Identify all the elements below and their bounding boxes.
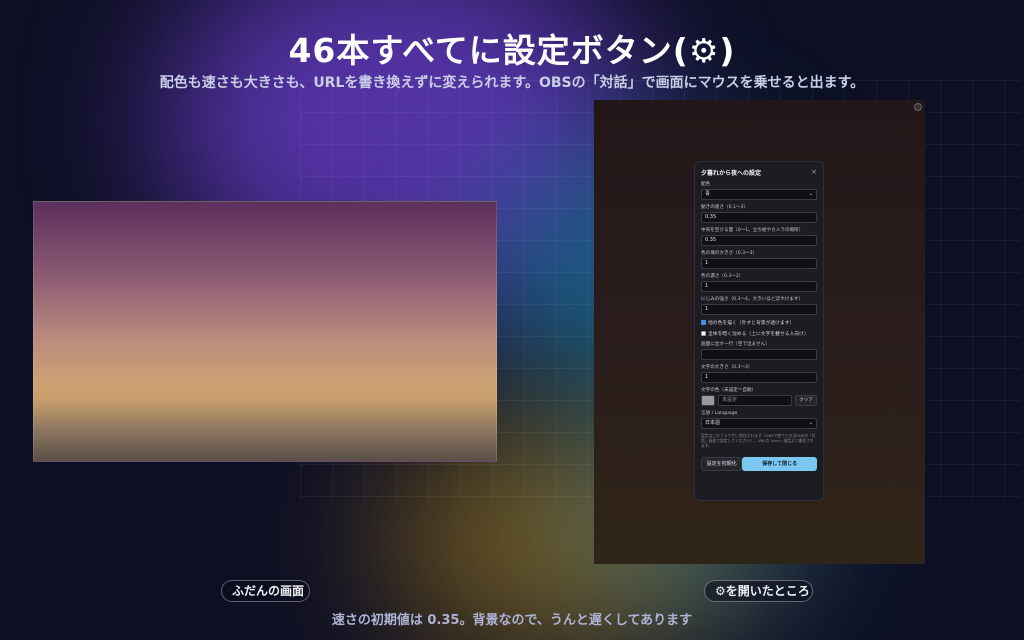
reset-button[interactable]: 設定を初期化 (701, 457, 743, 471)
caption-normal: ふだんの画面 (221, 580, 310, 602)
blur-input[interactable]: 1 (701, 304, 817, 315)
footer-note: 速さの初期値は 0.35。背景なので、うんと遅くしてあります (331, 613, 693, 628)
palette-select[interactable]: 青 ⌄ (701, 189, 817, 200)
draw-ground-label: 地の色を描く（外すと背景が透けます） (708, 321, 795, 326)
chevron-down-icon: ⌄ (808, 420, 813, 426)
panel-title: 夕暮れから夜への設定 (701, 169, 762, 177)
text-size-label: 文字の大きさ（0.3〜3） (701, 365, 753, 370)
text-color-label: 文字の色（未設定＝自動） (701, 388, 757, 393)
checkbox-unchecked-icon[interactable] (701, 331, 706, 336)
palette-label: 配色 (701, 182, 711, 187)
language-label: 言語 / Language (701, 411, 738, 416)
panel-header: 夕暮れから夜への設定 × (701, 167, 817, 177)
color-swatch[interactable] (701, 395, 715, 406)
blur-label: にじみの強さ（0.3〜4。大きいほどぼやけます） (701, 297, 804, 302)
palette-value: 青 (705, 191, 711, 197)
draw-ground-checkbox[interactable]: 地の色を描く（外すと背景が透けます） (701, 319, 817, 326)
text-line-label: 画面に出す一行（空で出ません） (701, 342, 770, 347)
text-line-input[interactable] (701, 349, 817, 360)
checkbox-checked-icon[interactable] (701, 320, 706, 325)
density-input[interactable]: 1 (701, 281, 817, 292)
settings-panel: 夕暮れから夜への設定 × 配色 青 ⌄ 動きの速さ（0.1〜3） 0.35 中央… (694, 161, 824, 501)
text-color-input[interactable]: 未設定 (718, 395, 792, 406)
center-avoid-input[interactable]: 0.35 (701, 235, 817, 246)
clear-color-button[interactable]: クリア (795, 395, 817, 406)
center-avoid-label: 中央を空ける量（0〜1。立ち絵やカメラの場所） (701, 228, 804, 233)
save-close-button[interactable]: 保存して閉じる (742, 457, 817, 471)
caption-settings: ⚙を開いたところ (704, 580, 813, 602)
blob-size-input[interactable]: 1 (701, 258, 817, 269)
speed-input[interactable]: 0.35 (701, 212, 817, 223)
chevron-down-icon: ⌄ (808, 191, 813, 197)
text-color-row: 未設定 クリア (701, 395, 817, 406)
page-subtitle: 配色も速さも大きさも、URLを書き換えずに変えられます。OBSの「対話」で画面に… (159, 75, 865, 91)
text-size-input[interactable]: 1 (701, 372, 817, 383)
close-icon[interactable]: × (811, 168, 817, 176)
panel-buttons: 設定を初期化 保存して閉じる (701, 457, 817, 471)
language-value: 日本語 (705, 420, 721, 426)
normal-view-preview (33, 201, 497, 462)
blob-size-label: 色の塊の大きさ（0.3〜3） (701, 251, 758, 256)
speed-label: 動きの速さ（0.1〜3） (701, 205, 748, 210)
darken-label: 全体を暗く沈める（上に文字を載せる人向け） (708, 332, 809, 337)
page-title: 46本すべてに設定ボタン(⚙) (288, 31, 736, 70)
darken-checkbox[interactable]: 全体を暗く沈める（上に文字を載せる人向け） (701, 330, 817, 337)
gear-icon[interactable] (914, 103, 922, 111)
density-label: 色の濃さ（0.3〜2） (701, 274, 744, 279)
storage-note: 設定はこのブラウザに保存されます（OBSで使うときはOBSの「対話」画面で設定し… (701, 433, 816, 448)
language-select[interactable]: 日本語 ⌄ (701, 418, 817, 429)
